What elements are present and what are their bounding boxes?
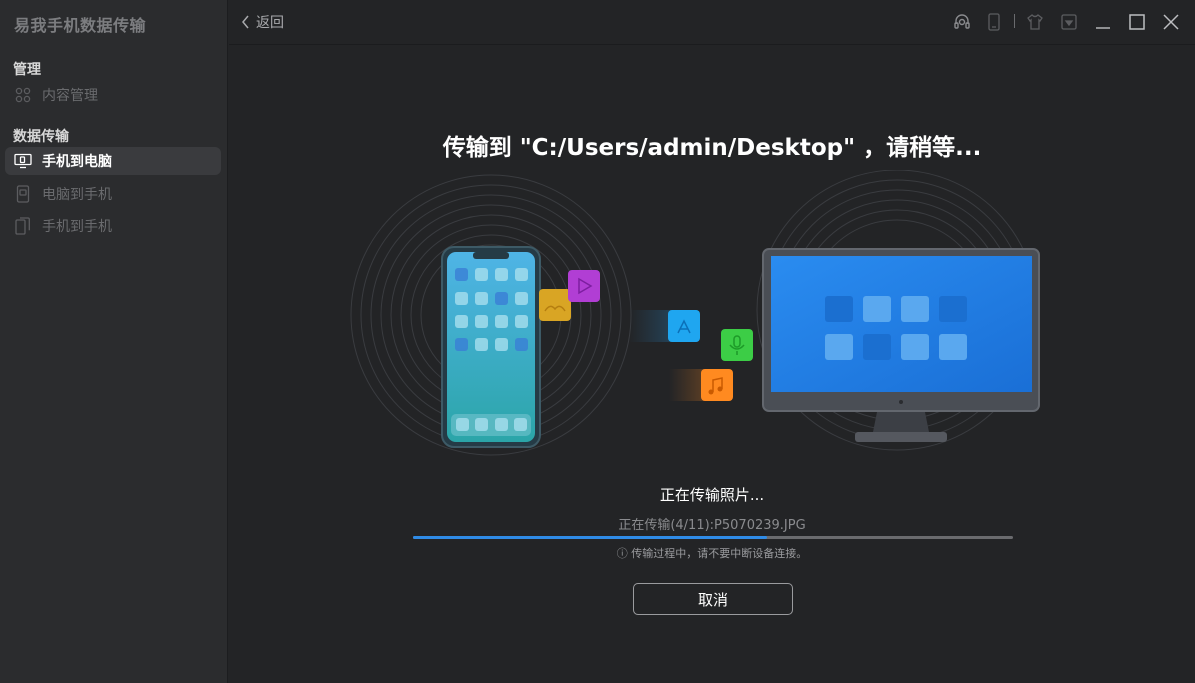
sidebar-item-label: 手机到手机 xyxy=(42,219,112,235)
section-label-transfer: 数据传输 xyxy=(13,129,69,145)
file-progress-text: 正在传输(4/11):P5070239.JPG xyxy=(618,518,806,533)
video-file-icon xyxy=(568,270,600,302)
transfer-illustration xyxy=(350,170,1040,456)
sidebar-item-label: 手机到电脑 xyxy=(42,154,112,170)
photo-file-icon xyxy=(539,289,571,321)
back-label: 返回 xyxy=(256,15,284,31)
maximize-icon[interactable] xyxy=(1126,11,1148,33)
section-label-manage: 管理 xyxy=(13,62,41,78)
transfer-heading: 传输到 "C:/Users/admin/Desktop" ，请稍等... xyxy=(442,135,982,161)
sidebar: 易我手机数据传输 管理 内容管理 数据传输 手机到电脑 电脑到手机 手机到手机 xyxy=(0,0,228,683)
sidebar-item-content-management[interactable]: 内容管理 xyxy=(5,81,221,109)
chevron-left-icon xyxy=(242,15,249,29)
shirt-icon[interactable] xyxy=(1024,11,1046,33)
close-icon[interactable] xyxy=(1160,11,1182,33)
music-file-icon xyxy=(701,369,733,401)
transfer-status: 正在传输照片... xyxy=(659,486,765,504)
progress-fill xyxy=(413,536,767,539)
sidebar-item-phone-to-phone[interactable]: 手机到手机 xyxy=(5,212,221,240)
connection-warning: ⓘ 传输过程中，请不要中断设备连接。 xyxy=(616,547,808,560)
phone-icon[interactable] xyxy=(983,11,1005,33)
sidebar-item-pc-to-phone[interactable]: 电脑到手机 xyxy=(5,180,221,208)
grid-icon xyxy=(13,86,33,104)
toolbar-divider xyxy=(1014,14,1015,28)
download-icon[interactable] xyxy=(1058,11,1080,33)
computer-monitor xyxy=(762,248,1040,442)
progress-bar xyxy=(413,536,1013,539)
pc-to-phone-icon xyxy=(13,185,33,203)
headset-icon[interactable] xyxy=(951,11,973,33)
sidebar-item-label: 内容管理 xyxy=(42,88,98,104)
top-bar: 返回 xyxy=(229,0,1195,45)
app-title: 易我手机数据传输 xyxy=(14,16,147,35)
sidebar-item-label: 电脑到手机 xyxy=(42,187,112,203)
cancel-button[interactable]: 取消 xyxy=(633,583,793,615)
phone-device xyxy=(441,246,541,448)
sidebar-item-phone-to-pc[interactable]: 手机到电脑 xyxy=(5,147,221,175)
app-file-icon xyxy=(668,310,700,342)
phone-to-pc-icon xyxy=(13,152,33,170)
phone-to-phone-icon xyxy=(13,217,33,235)
audio-file-icon xyxy=(721,329,753,361)
minimize-icon[interactable] xyxy=(1092,11,1114,33)
back-button[interactable]: 返回 xyxy=(241,12,284,32)
